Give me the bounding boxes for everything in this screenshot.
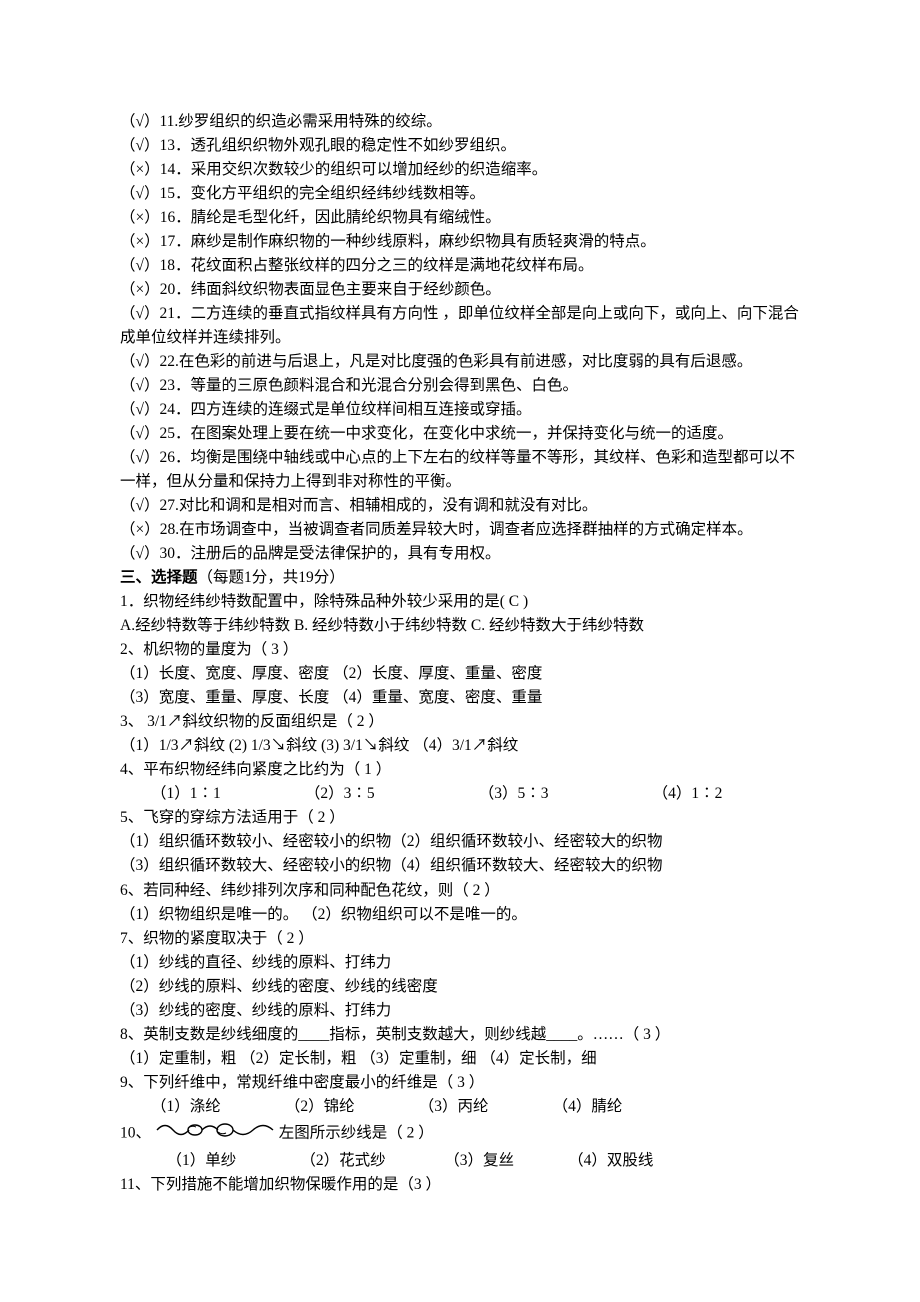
tf-item-16: （×）16．腈纶是毛型化纤，因此腈纶织物具有缩绒性。 [120,206,800,230]
mc-q10-opt-2: （2）花式纱 [300,1149,440,1173]
mc-q2-stem: 2、机织物的量度为（ 3 ） [120,638,800,662]
mc-q4-opt-2: （2）3∶5 [305,782,475,806]
mc-q10-opt-3: （3）复丝 [444,1149,564,1173]
document-page: （√）11.纱罗组织的织造必需采用特殊的绞综。 （√）13．透孔组织织物外观孔眼… [0,0,920,1302]
mc-q9-opt-4: （4）腈纶 [553,1095,623,1119]
mc-q4-opt-4: （4）1∶2 [653,782,723,806]
mc-q7-stem: 7、织物的紧度取决于（ 2 ） [120,927,800,951]
tf-item-30: （√）30．注册后的品牌是受法律保护的，具有专用权。 [120,542,800,566]
tf-item-26: （√）26．均衡是围绕中轴线或中心点的上下左右的纹样等量不等形，其纹样、色彩和造… [120,446,800,494]
mc-q9-opt-2: （2）锦纶 [285,1095,415,1119]
mc-q11-stem: 11、下列措施不能增加织物保暖作用的是（3 ） [120,1173,800,1197]
tf-item-18: （√）18．花纹面积占整张纹样的四分之三的纹样是满地花纹样布局。 [120,254,800,278]
tf-item-28: （×）28.在市场调查中，当被调查者同质差异较大时，调查者应选择群抽样的方式确定… [120,518,800,542]
mc-q5-options-row1: （1）组织循环数较小、经密较小的织物（2）组织循环数较小、经密较大的织物 [120,830,800,854]
tf-item-11: （√）11.纱罗组织的织造必需采用特殊的绞综。 [120,110,800,134]
mc-q6-stem: 6、若同种经、纬纱排列次序和同种配色花纹，则（ 2 ） [120,879,800,903]
mc-q7-opt-3: （3）纱线的密度、纱线的原料、打纬力 [120,999,800,1023]
mc-q3-stem: 3、 3/1↗斜纹织物的反面组织是（ 2 ） [120,710,800,734]
tf-item-24: （√）24．四方连续的连缀式是单位纹样间相互连接或穿插。 [120,398,800,422]
mc-q4-opt-1: （1）1∶1 [151,782,301,806]
mc-q8-options: （1）定重制，粗 （2）定长制，粗 （3）定重制，细 （4）定长制，细 [120,1047,800,1071]
tf-item-20: （×）20．纬面斜纹织物表面显色主要来自于经纱颜色。 [120,278,800,302]
mc-q9-stem: 9、下列纤维中，常规纤维中密度最小的纤维是（ 3 ） [120,1071,800,1095]
mc-q9-options: （1）涤纶 （2）锦纶 （3）丙纶 （4）腈纶 [120,1095,800,1119]
mc-q9-opt-3: （3）丙纶 [419,1095,549,1119]
tf-item-17: （×）17．麻纱是制作麻织物的一种纱线原料，麻纱织物具有质轻爽滑的特点。 [120,230,800,254]
mc-q2-options-row2: （3）宽度、重量、厚度、长度 （4）重量、宽度、密度、重量 [120,686,800,710]
mc-q10-stem: 10、 左图所示纱线是（ 2 ） [120,1119,800,1149]
mc-q10-opt-1: （1）单纱 [167,1149,297,1173]
mc-q3-options: （1）1/3↗斜纹 (2) 1/3↘斜纹 (3) 3/1↘斜纹 （4）3/1↗斜… [120,734,800,758]
tf-item-25: （√）25．在图案处理上要在统一中求变化，在变化中求统一，并保持变化与统一的适度… [120,422,800,446]
mc-q1-options: A.经纱特数等于纬纱特数 B. 经纱特数小于纬纱特数 C. 经纱特数大于纬纱特数 [120,614,800,638]
mc-q10-options: （1）单纱 （2）花式纱 （3）复丝 （4）双股线 [120,1149,800,1173]
section-3-note: （每题1分，共19分） [198,569,345,586]
mc-q5-stem: 5、飞穿的穿综方法适用于（ 2 ） [120,806,800,830]
mc-q4-opt-3: （3）5∶3 [479,782,649,806]
mc-q5-options-row2: （3）组织循环数较大、经密较小的织物（4）组织循环数较大、经密较大的织物 [120,854,800,878]
tf-item-23: （√）23．等量的三原色颜料混合和光混合分别会得到黑色、白色。 [120,374,800,398]
mc-q2-options-row1: （1）长度、宽度、厚度、密度 （2）长度、厚度、重量、密度 [120,662,800,686]
mc-q6-options: （1）织物组织是唯一的。 （2）织物组织可以不是唯一的。 [120,903,800,927]
mc-q9-opt-1: （1）涤纶 [151,1095,281,1119]
fancy-yarn-icon [155,1119,275,1149]
tf-item-22: （√）22.在色彩的前进与后退上，凡是对比度强的色彩具有前进感，对比度弱的具有后… [120,350,800,374]
tf-item-14: （×）14．采用交织次数较少的组织可以增加经纱的织造缩率。 [120,158,800,182]
mc-q1-stem: 1．织物经纬纱特数配置中，除特殊品种外较少采用的是( C ) [120,590,800,614]
tf-item-27: （√）27.对比和调和是相对而言、相辅相成的，没有调和就没有对比。 [120,494,800,518]
mc-q7-opt-2: （2）纱线的原料、纱线的密度、纱线的线密度 [120,975,800,999]
mc-q7-opt-1: （1）纱线的直径、纱线的原料、打纬力 [120,951,800,975]
section-3-title: 三、选择题 [120,569,198,586]
mc-q4-stem: 4、平布织物经纬向紧度之比约为（ 1 ） [120,758,800,782]
mc-q4-options: （1）1∶1 （2）3∶5 （3）5∶3 （4）1∶2 [120,782,800,806]
mc-q10-suffix: 左图所示纱线是（ 2 ） [279,1124,434,1141]
tf-item-13: （√）13．透孔组织织物外观孔眼的稳定性不如纱罗组织。 [120,134,800,158]
mc-q10-opt-4: （4）双股线 [568,1149,653,1173]
mc-q10-prefix: 10、 [120,1124,151,1141]
section-3-header: 三、选择题（每题1分，共19分） [120,566,800,590]
tf-item-15: （√）15．变化方平组织的完全组织经纬纱线数相等。 [120,182,800,206]
mc-q8-stem: 8、英制支数是纱线细度的____指标，英制支数越大，则纱线越____。……（ 3… [120,1023,800,1047]
tf-item-21: （√）21．二方连续的垂直式指纹样具有方向性 ，即单位纹样全部是向上或向下，或向… [120,302,800,350]
